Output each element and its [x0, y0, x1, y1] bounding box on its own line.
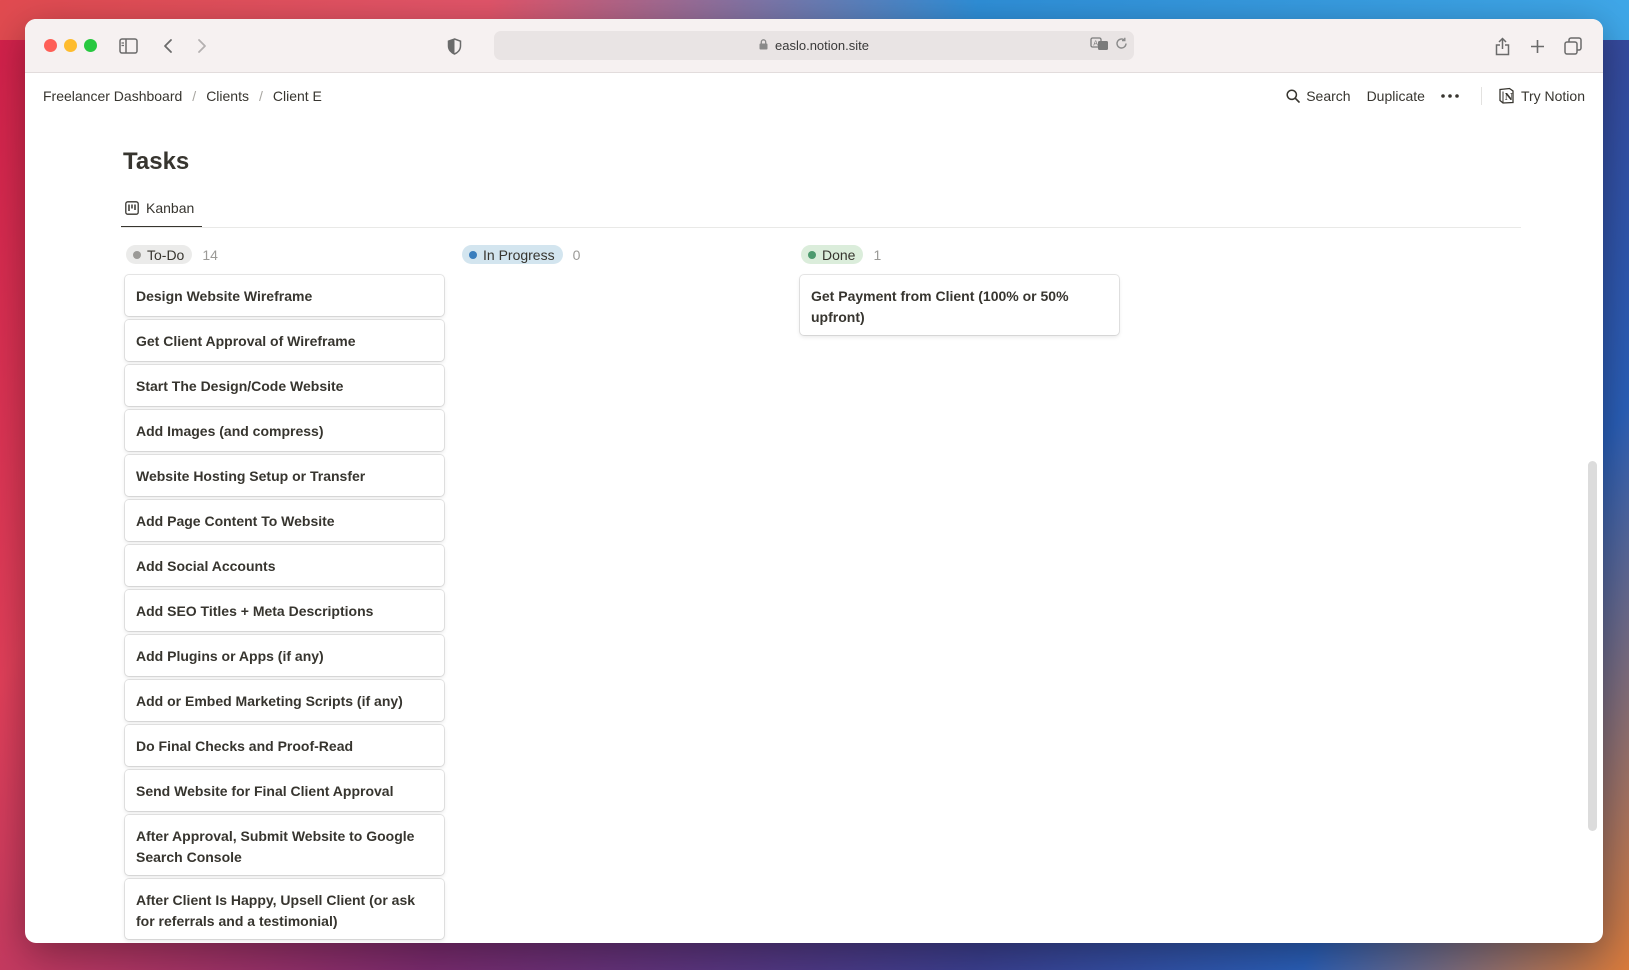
url-text: easlo.notion.site [775, 38, 869, 53]
breadcrumb-client-e[interactable]: Client E [272, 88, 323, 104]
notion-logo-icon: N [1499, 87, 1514, 104]
try-notion-label: Try Notion [1520, 87, 1585, 104]
browser-window: easlo.notion.site A Freelancer Dashboard… [25, 19, 1603, 943]
share-icon[interactable] [1493, 33, 1511, 59]
status-dot-icon [808, 250, 816, 259]
tabs-overview-icon[interactable] [1563, 33, 1583, 59]
status-dot-icon [133, 250, 141, 259]
task-card[interactable]: After Approval, Submit Website to Google… [125, 815, 444, 875]
task-card[interactable]: Add SEO Titles + Meta Descriptions [125, 590, 444, 631]
breadcrumb-separator: / [192, 87, 197, 104]
browser-toolbar: easlo.notion.site A [25, 19, 1603, 73]
more-icon [1441, 93, 1459, 98]
task-card[interactable]: Website Hosting Setup or Transfer [125, 455, 444, 496]
address-bar[interactable]: easlo.notion.site [494, 31, 1134, 60]
reload-icon[interactable] [1115, 37, 1128, 50]
back-icon[interactable] [159, 33, 177, 59]
scrollbar[interactable] [1588, 133, 1597, 943]
close-window-button[interactable] [44, 39, 57, 52]
task-card[interactable]: Add Social Accounts [125, 545, 444, 586]
tab-kanban-label: Kanban [146, 200, 195, 216]
duplicate-button[interactable]: Duplicate [1367, 88, 1425, 104]
column-header: In Progress 0 [461, 242, 780, 267]
breadcrumb-separator: / [258, 87, 263, 104]
task-card[interactable]: Add or Embed Marketing Scripts (if any) [125, 680, 444, 721]
status-badge[interactable]: To-Do [126, 245, 193, 264]
board-column-to-do: To-Do 14 Design Website Wireframe Get Clien… [125, 242, 444, 943]
task-card[interactable]: Add Page Content To Website [125, 500, 444, 541]
search-button[interactable]: Search [1286, 87, 1351, 104]
task-card[interactable]: After Client Is Happy, Upsell Client (or… [125, 879, 444, 939]
forward-icon[interactable] [193, 33, 211, 59]
status-dot-icon [469, 250, 477, 259]
sidebar-icon[interactable] [117, 33, 139, 59]
lock-icon [759, 38, 768, 53]
tab-kanban[interactable]: Kanban [121, 190, 203, 228]
breadcrumb-freelancer-dashboard[interactable]: Freelancer Dashboard [42, 88, 183, 104]
board-column-done: Done 1 Get Payment from Client (100% or 50… [800, 242, 1119, 339]
page-content: Tasks Kanban To-Do 14 Design Website Wiref… [25, 118, 1603, 943]
status-badge[interactable]: In Progress [462, 245, 563, 264]
status-label: Done [822, 246, 856, 263]
duplicate-label: Duplicate [1366, 87, 1425, 104]
task-card[interactable]: Do Final Checks and Proof-Read [125, 725, 444, 766]
search-label: Search [1306, 87, 1351, 104]
column-count: 14 [202, 246, 218, 263]
task-card[interactable]: Add Plugins or Apps (if any) [125, 635, 444, 676]
task-card[interactable]: Start The Design/Code Website [125, 365, 444, 406]
status-label: In Progress [483, 246, 555, 263]
zoom-window-button[interactable] [84, 39, 97, 52]
task-card[interactable]: Get Client Approval of Wireframe [125, 320, 444, 361]
search-icon [1286, 88, 1301, 103]
svg-text:A: A [1093, 40, 1098, 48]
new-tab-icon[interactable] [1528, 33, 1546, 59]
svg-text:N: N [1505, 93, 1513, 103]
column-count: 0 [572, 246, 581, 263]
status-label: To-Do [147, 246, 185, 263]
breadcrumb: Freelancer Dashboard / Clients / Client … [42, 88, 323, 104]
more-button[interactable] [1441, 93, 1465, 98]
scrollbar-thumb[interactable] [1588, 461, 1597, 831]
task-card[interactable]: Get Payment from Client (100% or 50% upf… [800, 275, 1119, 335]
tab-divider [121, 227, 1521, 228]
board-view-icon [125, 201, 139, 215]
task-card[interactable]: Design Website Wireframe [125, 275, 444, 316]
board-column-in-progress: In Progress 0 [461, 242, 780, 275]
try-notion-button[interactable]: N Try Notion [1498, 87, 1585, 104]
minimize-window-button[interactable] [64, 39, 77, 52]
column-count: 1 [873, 246, 882, 263]
task-card[interactable]: Add Images (and compress) [125, 410, 444, 451]
shield-icon[interactable] [445, 33, 463, 59]
translate-icon[interactable]: A [1090, 37, 1110, 51]
task-card[interactable]: Send Website for Final Client Approval [125, 770, 444, 811]
column-header: Done 1 [800, 242, 1119, 267]
page-title: Tasks [123, 148, 190, 175]
breadcrumb-clients[interactable]: Clients [205, 88, 250, 104]
topbar-divider [1480, 86, 1482, 105]
column-header: To-Do 14 [125, 242, 444, 267]
status-badge[interactable]: Done [801, 245, 864, 264]
notion-topbar: Freelancer Dashboard / Clients / Client … [25, 73, 1603, 118]
topbar-actions: Search Duplicate N Try Notion [1270, 86, 1585, 105]
